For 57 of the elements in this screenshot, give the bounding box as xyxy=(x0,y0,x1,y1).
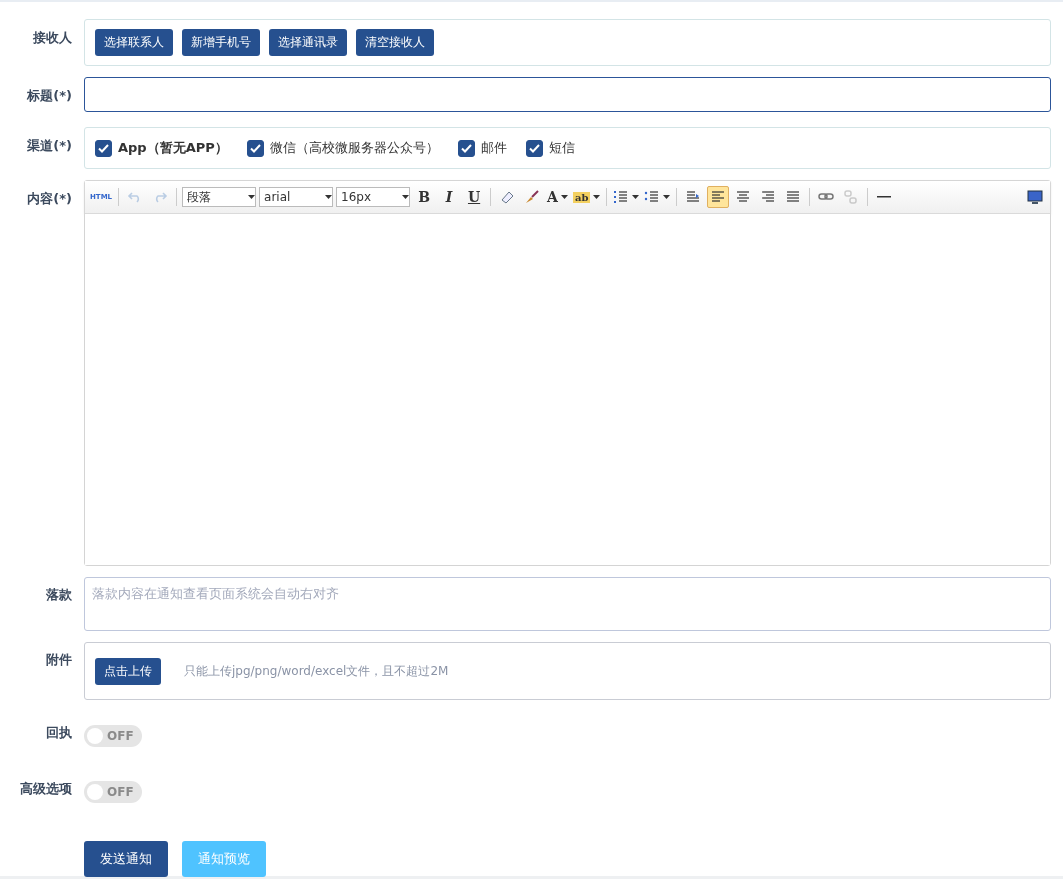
numbered-list-icon xyxy=(613,189,630,205)
align-center-icon xyxy=(735,189,752,205)
align-right-icon xyxy=(760,189,777,205)
caret-icon xyxy=(663,195,671,199)
field-label: 内容(*) xyxy=(26,190,73,208)
justify-icon xyxy=(785,189,802,205)
signature-field[interactable]: 落款内容在通知查看页面系统会自动右对齐 xyxy=(84,577,1051,631)
send-button[interactable]: 发送通知 xyxy=(84,841,168,877)
field-label: 渠道(*) xyxy=(26,137,73,155)
toolbar-select[interactable]: 段落 xyxy=(182,187,257,207)
align-left-icon xyxy=(710,189,727,205)
eraser-icon xyxy=(499,189,516,205)
toolbar-select[interactable]: arial xyxy=(259,187,334,207)
caret-icon xyxy=(632,195,640,199)
checkbox[interactable] xyxy=(246,139,264,157)
indent-icon xyxy=(685,189,702,205)
checkmark-icon xyxy=(528,143,540,153)
toolbar-select[interactable]: 16px xyxy=(336,187,411,207)
underline-button[interactable]: U xyxy=(463,186,486,208)
checkbox[interactable] xyxy=(457,139,475,157)
field-label: 落款 xyxy=(45,586,73,604)
caret-icon xyxy=(560,195,568,199)
horizontal-rule-icon xyxy=(877,196,892,198)
highlight-button[interactable]: ab xyxy=(571,186,602,208)
font-color-button[interactable]: A xyxy=(546,186,569,208)
field-label: 接收人 xyxy=(32,29,73,47)
italic-button[interactable]: I xyxy=(438,186,461,208)
recipient-button[interactable]: 选择通讯录 xyxy=(269,29,347,56)
checkmark-icon xyxy=(98,143,109,153)
recipient-button[interactable]: 选择联系人 xyxy=(95,29,173,56)
caret-icon xyxy=(593,195,601,199)
caret-icon xyxy=(248,195,256,199)
align-left-button[interactable] xyxy=(707,186,730,208)
bullet-list-icon xyxy=(644,189,661,205)
channel-label: 短信 xyxy=(548,139,575,157)
brush-icon xyxy=(524,189,541,205)
bold-button[interactable]: B xyxy=(413,186,436,208)
upload-button[interactable]: 点击上传 xyxy=(95,657,161,685)
checkmark-icon xyxy=(460,143,472,153)
field-label: 附件 xyxy=(45,651,73,669)
field-label: 高级选项 xyxy=(19,780,73,798)
channel-label: App（暂无APP） xyxy=(118,139,228,157)
recipient-button[interactable]: 新增手机号 xyxy=(182,29,260,56)
checkmark-icon xyxy=(249,143,261,153)
checkbox[interactable] xyxy=(525,139,543,157)
monitor-icon xyxy=(1027,189,1043,205)
channel-label: 微信（高校微服务器公众号） xyxy=(269,139,439,157)
checkbox[interactable] xyxy=(95,139,112,157)
unlink-icon xyxy=(843,189,860,205)
caret-icon xyxy=(402,195,410,199)
upload-hint: 只能上传jpg/png/word/excel文件，且不超过2M xyxy=(184,662,449,680)
channel-label: 邮件 xyxy=(480,139,507,157)
recipient-button[interactable]: 清空接收人 xyxy=(356,29,434,56)
caret-icon xyxy=(325,195,333,199)
field-label: 标题(*) xyxy=(26,87,73,105)
field-label: 回执 xyxy=(45,724,73,742)
title-input[interactable] xyxy=(84,77,1051,112)
